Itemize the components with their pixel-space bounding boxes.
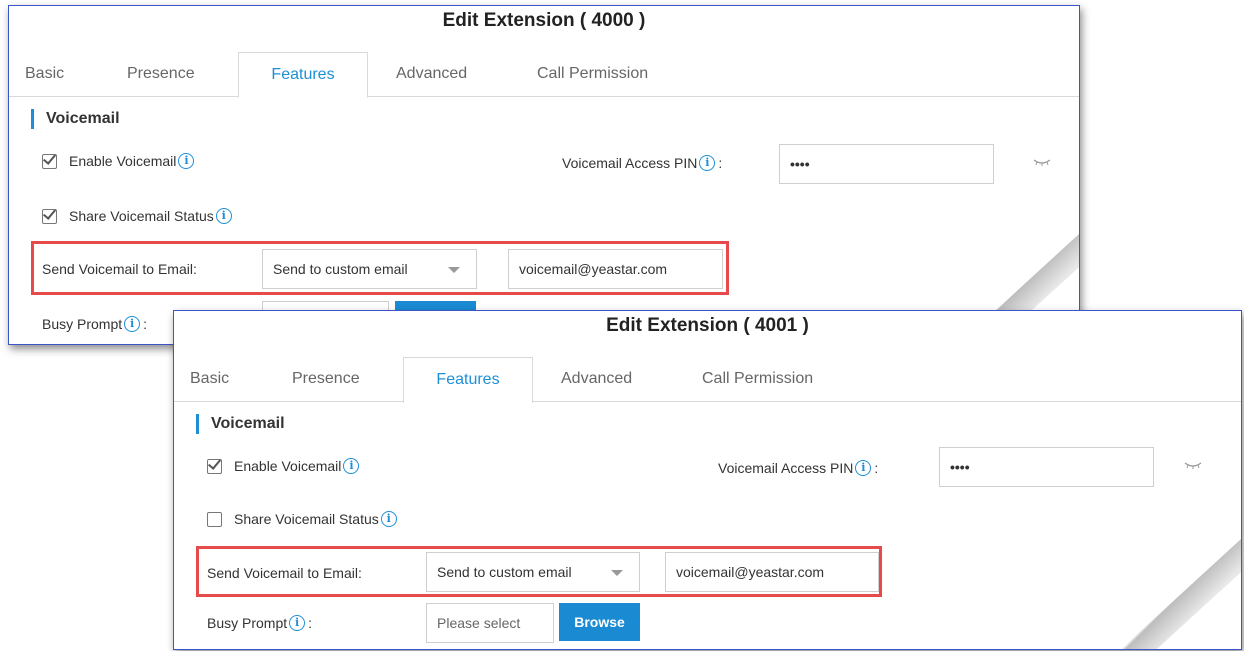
share-voicemail-status-label: Share Voicemail Status i <box>234 511 397 527</box>
dialog-title: Edit Extension ( 4001 ) <box>606 315 809 336</box>
dialog-title: Edit Extension ( 4000 ) <box>442 10 646 31</box>
pin-label: Voicemail Access PIN i: <box>718 460 879 476</box>
chevron-down-icon <box>611 570 623 576</box>
tab-presence[interactable]: Presence <box>292 357 360 401</box>
enable-voicemail-label: Enable Voicemail i <box>69 153 195 169</box>
busy-prompt-label: Busy Prompt i: <box>42 316 148 332</box>
enable-voicemail-checkbox[interactable] <box>42 154 57 169</box>
share-voicemail-status-checkbox[interactable] <box>207 512 222 527</box>
browse-button[interactable]: Browse <box>559 603 640 641</box>
tab-bar: Basic Presence Features Advanced Call Pe… <box>174 357 1241 403</box>
info-icon[interactable]: i <box>124 316 141 332</box>
info-icon[interactable]: i <box>699 155 716 171</box>
share-voicemail-status-checkbox[interactable] <box>42 209 57 224</box>
busy-prompt-select[interactable]: Please select <box>426 603 554 643</box>
info-icon[interactable]: i <box>343 458 360 474</box>
custom-email-input[interactable]: voicemail@yeastar.com <box>665 552 879 592</box>
custom-email-input[interactable]: voicemail@yeastar.com <box>508 249 723 289</box>
busy-prompt-label: Busy Prompt i: <box>207 615 313 631</box>
tab-call-permission[interactable]: Call Permission <box>702 357 813 401</box>
tab-features[interactable]: Features <box>238 52 368 98</box>
voicemail-pin-input[interactable]: •••• <box>939 447 1154 487</box>
info-icon[interactable]: i <box>215 208 232 224</box>
enable-voicemail-label: Enable Voicemail i <box>234 458 360 474</box>
tab-bar: Basic Presence Features Advanced Call Pe… <box>9 52 1079 98</box>
tab-features[interactable]: Features <box>403 357 533 403</box>
edit-extension-4000-dialog: Edit Extension ( 4000 ) Basic Presence F… <box>8 5 1080 345</box>
send-voicemail-label: Send Voicemail to Email: <box>207 565 362 581</box>
info-icon[interactable]: i <box>178 153 195 169</box>
tab-presence[interactable]: Presence <box>127 52 195 96</box>
edit-extension-4001-dialog: Edit Extension ( 4001 ) Basic Presence F… <box>173 310 1242 650</box>
section-voicemail-title: Voicemail <box>31 109 120 129</box>
tab-basic[interactable]: Basic <box>25 52 64 96</box>
tab-call-permission[interactable]: Call Permission <box>537 52 648 96</box>
info-icon[interactable]: i <box>289 615 306 631</box>
info-icon[interactable]: i <box>855 460 872 476</box>
send-to-email-select[interactable]: Send to custom email <box>426 552 640 592</box>
send-voicemail-label: Send Voicemail to Email: <box>42 261 197 277</box>
pin-label: Voicemail Access PIN i: <box>562 155 723 171</box>
page-curl <box>1121 539 1241 649</box>
chevron-down-icon <box>448 267 460 273</box>
eye-closed-icon[interactable] <box>1033 158 1051 166</box>
voicemail-pin-input[interactable]: •••• <box>779 144 994 184</box>
tab-basic[interactable]: Basic <box>190 357 229 401</box>
tab-advanced[interactable]: Advanced <box>561 357 632 401</box>
info-icon[interactable]: i <box>380 511 397 527</box>
share-voicemail-status-label: Share Voicemail Status i <box>69 208 232 224</box>
eye-closed-icon[interactable] <box>1184 461 1202 469</box>
section-voicemail-title: Voicemail <box>196 414 285 434</box>
enable-voicemail-checkbox[interactable] <box>207 459 222 474</box>
tab-advanced[interactable]: Advanced <box>396 52 467 96</box>
send-to-email-select[interactable]: Send to custom email <box>262 249 477 289</box>
